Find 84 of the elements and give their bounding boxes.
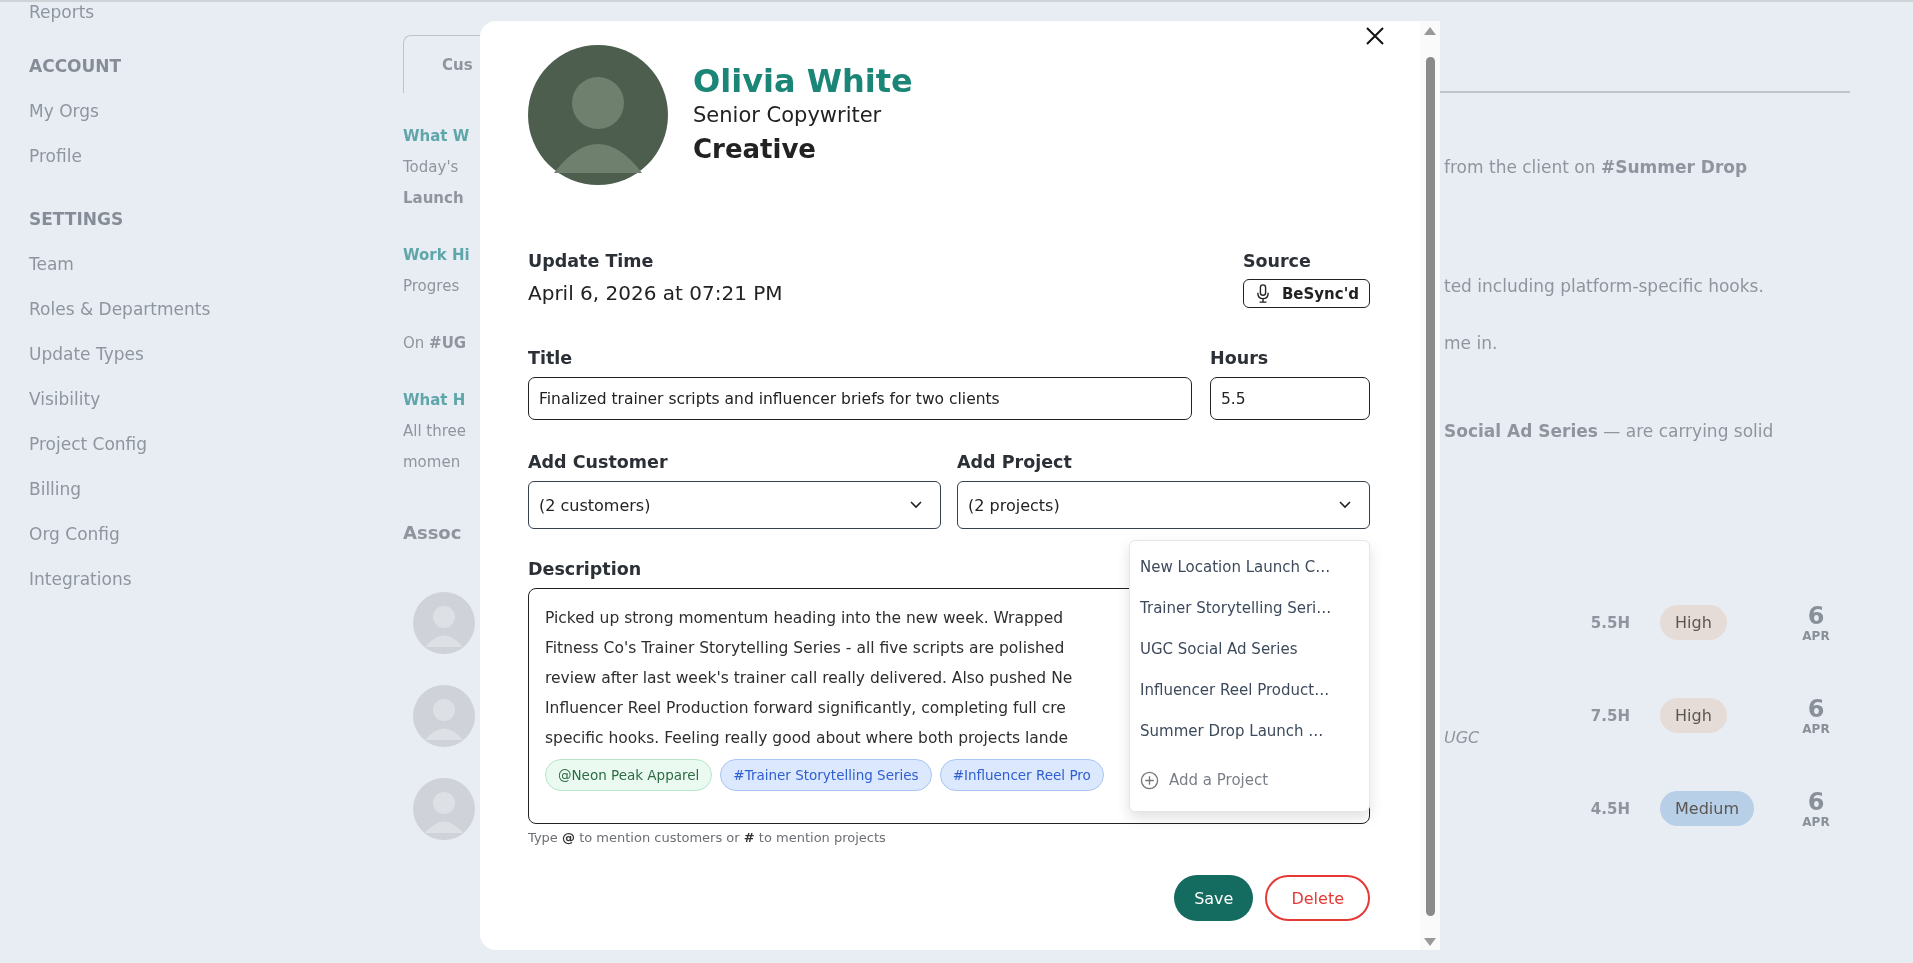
sidebar-item[interactable]: Profile xyxy=(29,134,82,179)
sidebar-item[interactable]: Team xyxy=(29,242,74,287)
update-time: April 6, 2026 at 07:21 PM xyxy=(528,281,783,305)
sidebar-item[interactable]: Org Config xyxy=(29,512,120,557)
field-label: Description xyxy=(528,558,642,581)
person-name: Olivia White xyxy=(693,61,913,101)
hours-value: 4.5H xyxy=(1589,799,1630,818)
hint-text: Type @ to mention customers or # to mention projects xyxy=(528,830,887,845)
customer-tag[interactable]: @Neon Peak Apparel xyxy=(545,759,713,791)
close-icon[interactable] xyxy=(1365,26,1385,46)
priority-badge: Medium xyxy=(1660,791,1754,826)
sidebar-section-heading: ACCOUNT xyxy=(29,55,122,78)
section-heading: Assoc xyxy=(403,522,462,543)
sidebar-item[interactable]: My Orgs xyxy=(29,89,99,134)
department: Creative xyxy=(693,133,817,166)
date-month: APR xyxy=(1802,721,1830,736)
section-heading: Work Hi xyxy=(403,245,470,264)
section-heading: What W xyxy=(403,126,470,145)
description-line: review after last week's trainer call really delivered. Also pushed Ne xyxy=(545,668,1073,689)
add-project-option[interactable]: Add a Project xyxy=(1130,760,1369,801)
section-heading: What H xyxy=(403,390,466,409)
description-line: Picked up strong momentum heading into the new week. Wrapped xyxy=(545,608,1064,629)
sidebar-item[interactable]: Project Config xyxy=(29,422,148,467)
scrollbar[interactable] xyxy=(1420,21,1440,950)
chevron-down-icon xyxy=(910,501,922,509)
save-button[interactable]: Save xyxy=(1174,875,1254,921)
job-title: Senior Copywriter xyxy=(693,102,883,129)
date-day: 6 xyxy=(1807,695,1825,722)
scroll-up-icon[interactable] xyxy=(1424,27,1436,35)
hours-field[interactable]: 5.5 xyxy=(1210,377,1370,420)
body-text: ted including platform-specific hooks. xyxy=(1444,275,1764,296)
delete-button[interactable]: Delete xyxy=(1265,875,1370,921)
menu-option[interactable]: New Location Launch C… xyxy=(1130,547,1369,588)
field-label: Title xyxy=(528,347,573,370)
body-text: Launch xyxy=(403,188,464,207)
sidebar-item[interactable]: Roles & Departments xyxy=(29,287,211,332)
priority-badge: High xyxy=(1660,698,1727,733)
avatar-placeholder xyxy=(413,591,475,654)
field-label: Add Customer xyxy=(528,451,668,474)
source-name: BeSync'd xyxy=(1281,284,1359,303)
body-text: from the client on #Summer Drop xyxy=(1444,156,1748,177)
body-text: me in. xyxy=(1444,332,1498,353)
menu-option[interactable]: Influencer Reel Product… xyxy=(1130,670,1369,711)
project-dropdown[interactable]: (2 projects) xyxy=(957,481,1370,529)
description-line: specific hooks. Feeling really good about where both projects lande xyxy=(545,728,1068,749)
field-label: Update Time xyxy=(528,250,654,273)
sidebar-item[interactable]: Billing xyxy=(29,467,82,512)
body-text: Social Ad Series — are carrying solid xyxy=(1444,420,1774,441)
hours-value: 7.5H xyxy=(1589,706,1630,725)
avatar-placeholder xyxy=(413,684,475,747)
body-text: Today's xyxy=(403,157,459,176)
priority-badge: High xyxy=(1660,605,1727,640)
sidebar-item[interactable]: Reports xyxy=(29,2,95,26)
customer-dropdown[interactable]: (2 customers) xyxy=(528,481,941,529)
plus-circle-icon xyxy=(1140,771,1159,790)
title-field[interactable]: Finalized trainer scripts and influencer briefs for two clients xyxy=(528,377,1192,420)
date-month: APR xyxy=(1802,814,1830,829)
menu-option[interactable]: Trainer Storytelling Seri… xyxy=(1130,588,1369,629)
date-day: 6 xyxy=(1807,788,1825,815)
menu-option[interactable]: Summer Drop Launch … xyxy=(1130,711,1369,752)
description-line: Influencer Reel Production forward significantly, completing full cre xyxy=(545,698,1066,719)
body-text: momen xyxy=(403,452,461,471)
project-name: UGC xyxy=(1444,728,1480,747)
scroll-down-icon[interactable] xyxy=(1424,938,1436,946)
field-label: Add Project xyxy=(957,451,1072,474)
sidebar-item[interactable]: Update Types xyxy=(29,332,144,377)
project-tag[interactable]: #Trainer Storytelling Series xyxy=(720,759,932,791)
body-text: Progres xyxy=(403,276,460,295)
microphone-icon xyxy=(1255,284,1270,303)
hours-value: 5.5H xyxy=(1589,613,1630,632)
field-label: Source xyxy=(1242,250,1311,273)
body-text: On #UG xyxy=(403,333,467,352)
body-text: All three xyxy=(403,421,467,440)
sidebar-item[interactable]: Visibility xyxy=(29,377,101,422)
menu-option[interactable]: UGC Social Ad Series xyxy=(1130,629,1369,670)
avatar-placeholder xyxy=(413,777,475,840)
chevron-down-icon xyxy=(1339,501,1351,509)
date-day: 6 xyxy=(1807,602,1825,629)
date-month: APR xyxy=(1802,628,1830,643)
sidebar-item[interactable]: Integrations xyxy=(29,557,132,602)
sidebar-section-heading: SETTINGS xyxy=(29,208,124,231)
field-label: Hours xyxy=(1210,347,1269,370)
description-line: Fitness Co's Trainer Storytelling Series - all five scripts are polished xyxy=(545,638,1065,659)
project-tag[interactable]: #Influencer Reel Pro xyxy=(939,759,1104,791)
